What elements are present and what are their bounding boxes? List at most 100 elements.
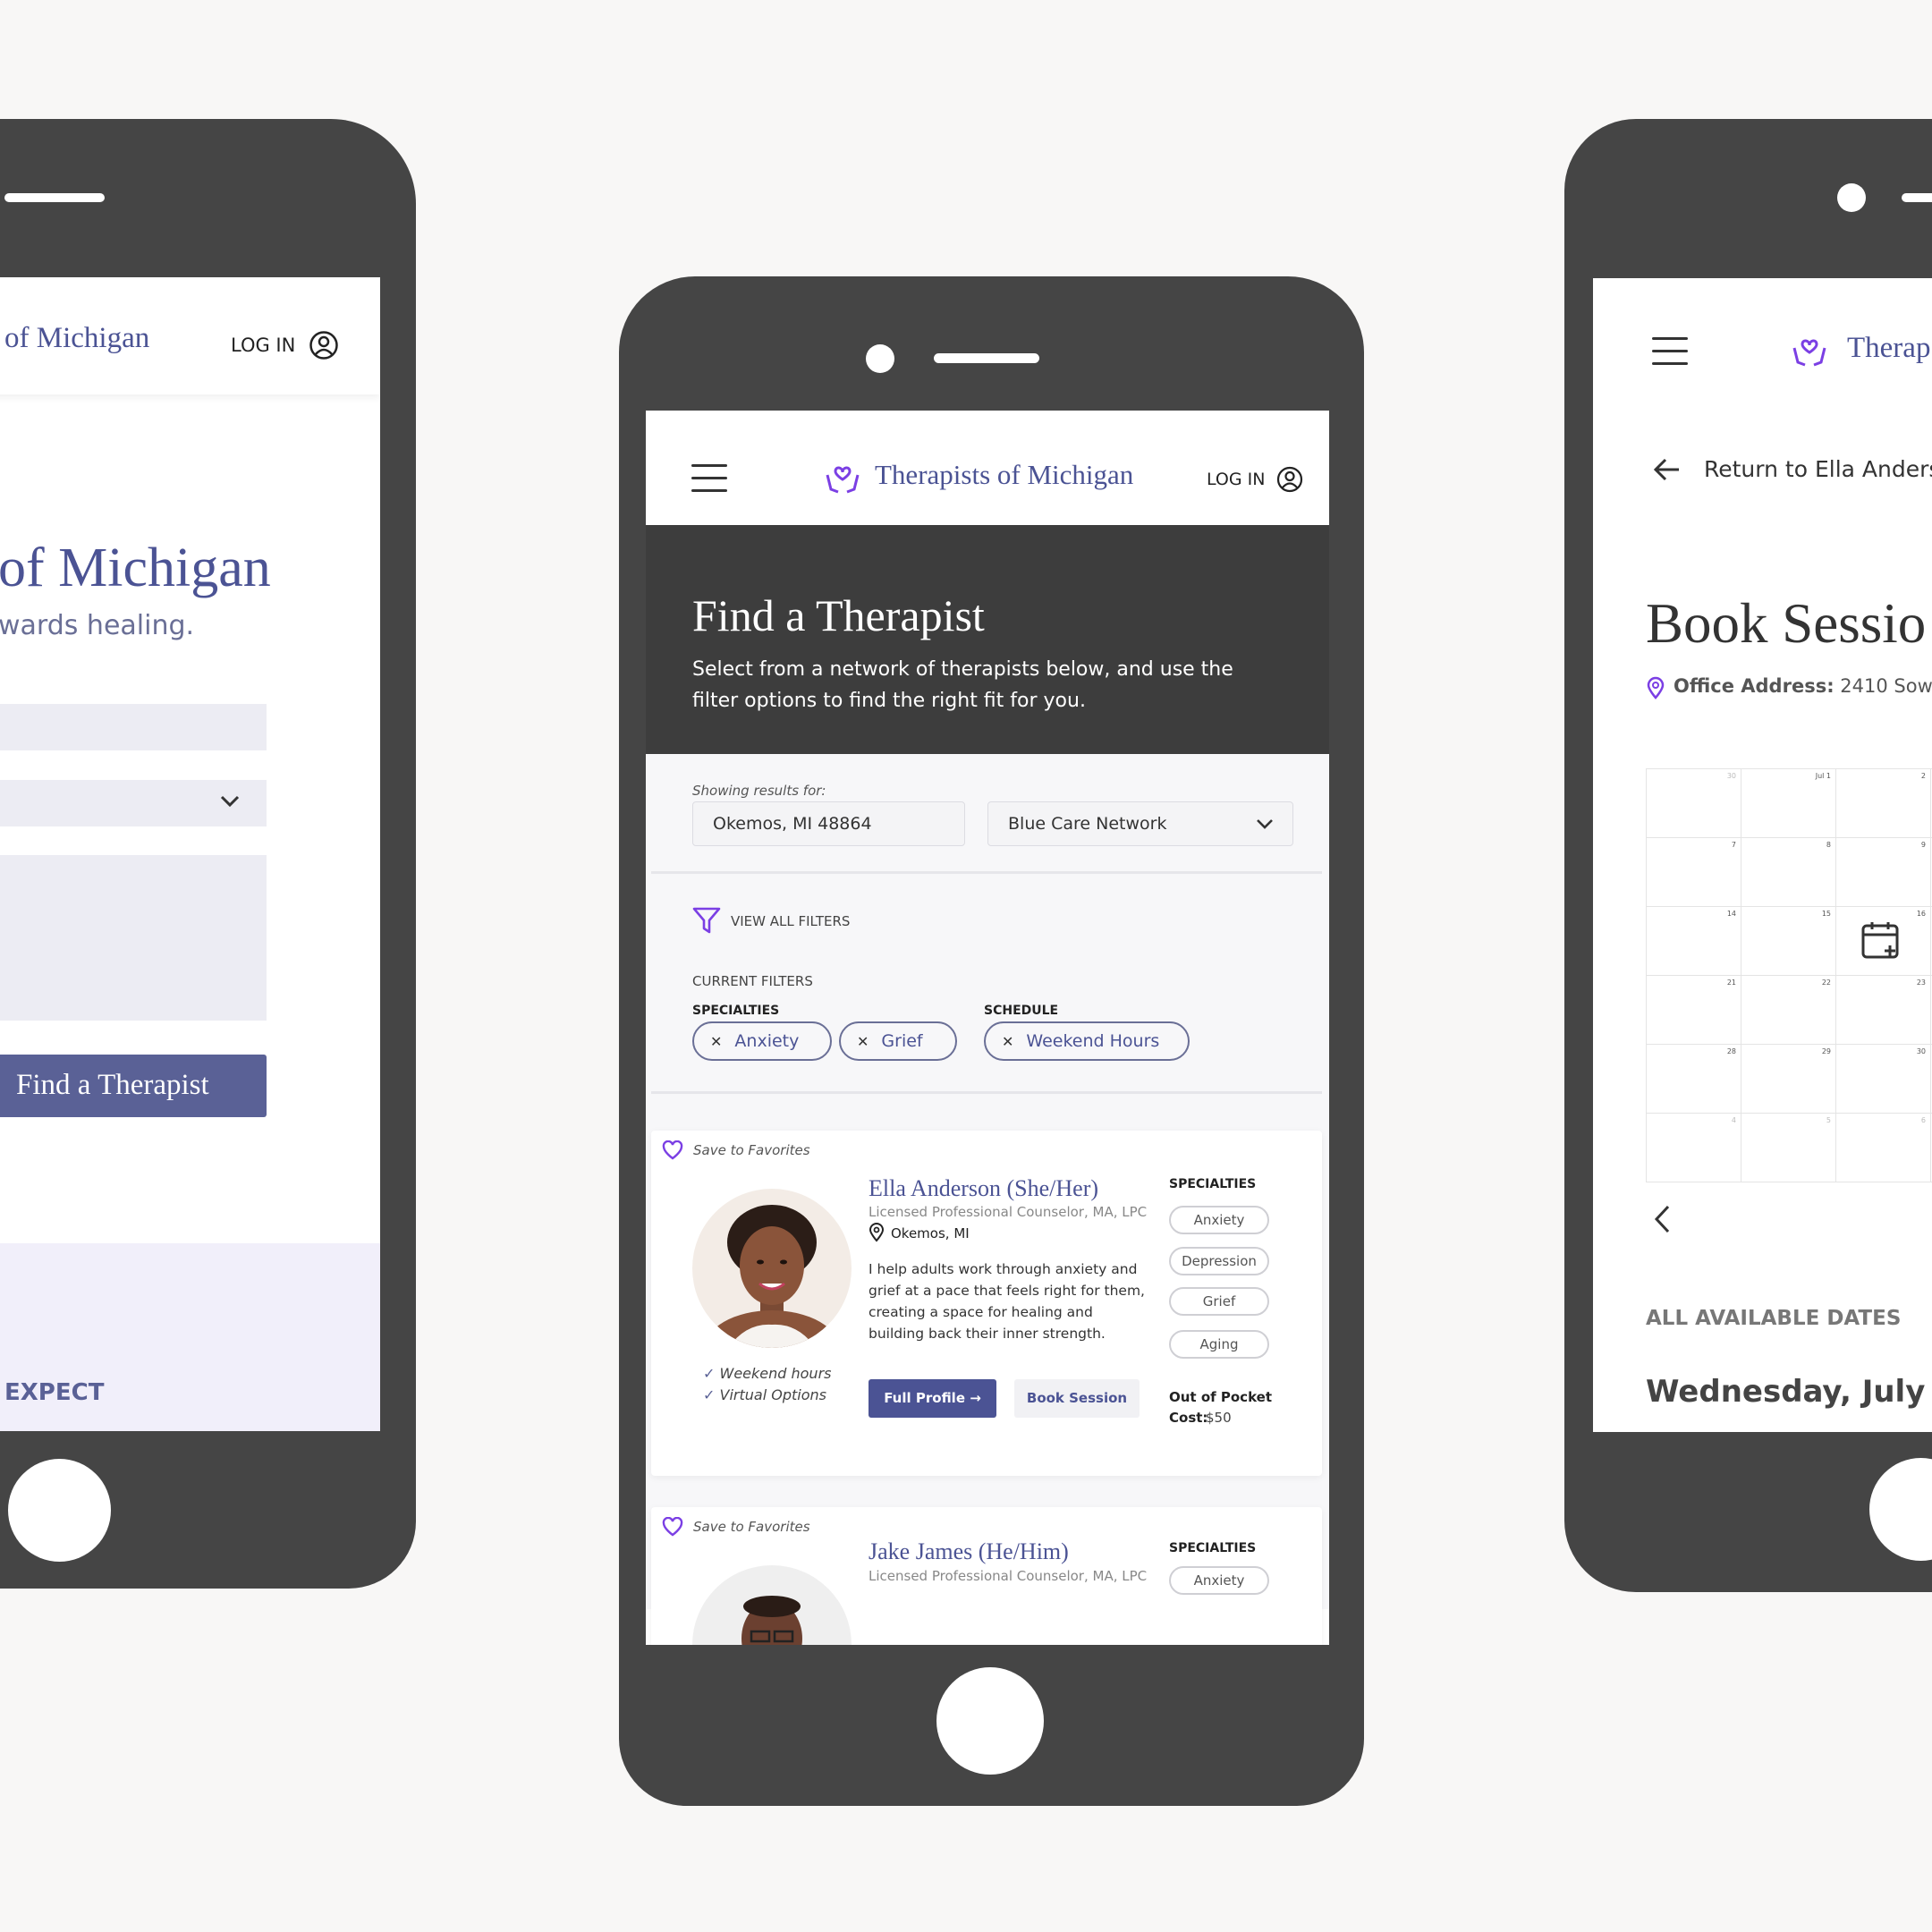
- left-phone-speaker: [4, 193, 105, 202]
- calendar-day-cell[interactable]: 23: [1836, 976, 1931, 1045]
- divider: [651, 1091, 1322, 1094]
- book-session-button[interactable]: Book Session: [1014, 1379, 1140, 1418]
- calendar-day-cell[interactable]: 4: [1647, 1114, 1741, 1182]
- left-brand: of Michigan: [4, 322, 150, 354]
- calendar-add-icon[interactable]: [1860, 920, 1902, 962]
- remove-icon[interactable]: ✕: [710, 1033, 722, 1050]
- therapist-card: Save to Favorites Jake James (He/Him) Li…: [651, 1507, 1322, 1645]
- heart-icon[interactable]: [662, 1517, 683, 1537]
- date-heading: Wednesday, July 1: [1646, 1374, 1932, 1410]
- center-phone: Therapists of Michigan LOG IN Find a The…: [619, 276, 1364, 1806]
- therapist-name[interactable]: Jake James (He/Him): [869, 1538, 1069, 1565]
- calendar-day-cell[interactable]: 8: [1741, 838, 1836, 907]
- card-specialties-label: SPECIALTIES: [1169, 1541, 1257, 1555]
- save-favorites-link[interactable]: Save to Favorites: [693, 1519, 810, 1535]
- right-brand: Therap: [1847, 332, 1931, 364]
- therapist-name[interactable]: Ella Anderson (She/Her): [869, 1175, 1098, 1202]
- calendar-day-cell[interactable]: Jul 1: [1741, 769, 1836, 838]
- feature-label: Virtual Options: [719, 1386, 826, 1403]
- right-logo-icon: [1792, 339, 1826, 367]
- left-textarea[interactable]: [0, 855, 267, 1021]
- chevron-down-icon: [1257, 819, 1273, 829]
- calendar-day-cell[interactable]: 30: [1647, 769, 1741, 838]
- left-find-button[interactable]: Find a Therapist: [0, 1055, 267, 1117]
- pill-label: Anxiety: [734, 1031, 800, 1051]
- right-phone-screen: Therap Return to Ella Anders Book Sessio…: [1593, 278, 1932, 1432]
- right-hamburger-icon[interactable]: [1652, 337, 1688, 365]
- remove-icon[interactable]: ✕: [857, 1033, 869, 1050]
- calendar-day-cell[interactable]: 7: [1647, 838, 1741, 907]
- account-icon[interactable]: [309, 330, 339, 360]
- insurance-select[interactable]: Blue Care Network: [987, 801, 1293, 846]
- right-address: Office Address: 2410 Sower: [1674, 675, 1932, 697]
- divider: [651, 871, 1322, 874]
- calendar-day-cell[interactable]: 28: [1647, 1045, 1741, 1114]
- heart-icon[interactable]: [662, 1140, 683, 1160]
- showing-results-label: Showing results for:: [692, 783, 826, 799]
- calendar-day-cell[interactable]: 22: [1741, 976, 1836, 1045]
- therapist-photo[interactable]: [692, 1565, 852, 1645]
- arrow-left-icon[interactable]: [1652, 454, 1682, 485]
- filter-pill-weekend-hours[interactable]: ✕ Weekend Hours: [984, 1021, 1190, 1061]
- filter-pill-grief[interactable]: ✕ Grief: [839, 1021, 957, 1061]
- search-section: Showing results for: Okemos, MI 48864 Bl…: [646, 754, 1329, 1645]
- left-phone: of Michigan LOG IN of Michigan wards hea…: [0, 119, 416, 1589]
- calendar-day-cell[interactable]: 15: [1741, 907, 1836, 976]
- right-title: Book Sessio: [1646, 592, 1927, 655]
- specialty-tag: Anxiety: [1169, 1566, 1269, 1595]
- calendar-day-cell[interactable]: 29: [1741, 1045, 1836, 1114]
- cost-value: $50: [1206, 1410, 1232, 1426]
- save-favorites-link[interactable]: Save to Favorites: [693, 1142, 810, 1158]
- therapist-card: Save to Favorites Ella Anderson (She/Her…: [651, 1131, 1322, 1476]
- calendar-day-cell[interactable]: 5: [1741, 1114, 1836, 1182]
- calendar-day-cell[interactable]: 6: [1836, 1114, 1931, 1182]
- calendar-day-cell[interactable]: 14: [1647, 907, 1741, 976]
- all-dates-label: ALL AVAILABLE DATES: [1646, 1307, 1902, 1330]
- schedule-filter-label: SCHEDULE: [984, 1004, 1059, 1018]
- left-header: of Michigan LOG IN: [0, 277, 380, 394]
- hero-title: Find a Therapist: [692, 590, 985, 640]
- location-input[interactable]: Okemos, MI 48864: [692, 801, 965, 846]
- calendar-day-cell[interactable]: 21: [1647, 976, 1741, 1045]
- brand-title[interactable]: Therapists of Michigan: [875, 459, 1133, 491]
- specialty-tag: Depression: [1169, 1247, 1269, 1275]
- filter-funnel-icon[interactable]: [692, 906, 721, 935]
- hands-heart-logo-icon: [826, 466, 860, 494]
- center-screen: Therapists of Michigan LOG IN Find a The…: [646, 411, 1329, 1645]
- address-value: 2410 Sower: [1840, 675, 1932, 697]
- left-input-1[interactable]: [0, 704, 267, 750]
- specialty-tag: Aging: [1169, 1330, 1269, 1359]
- chevron-left-icon[interactable]: [1652, 1204, 1674, 1234]
- view-all-filters-link[interactable]: VIEW ALL FILTERS: [731, 913, 850, 929]
- right-home-button[interactable]: [1869, 1458, 1932, 1561]
- calendar-day-cell[interactable]: 2: [1836, 769, 1931, 838]
- left-home-button[interactable]: [8, 1459, 111, 1562]
- home-button[interactable]: [936, 1667, 1044, 1775]
- speaker-slot: [934, 353, 1039, 363]
- specialty-tag: Grief: [1169, 1287, 1269, 1316]
- right-phone-camera: [1837, 183, 1866, 212]
- calendar-day-cell[interactable]: 30: [1836, 1045, 1931, 1114]
- remove-icon[interactable]: ✕: [1002, 1033, 1013, 1050]
- full-profile-button[interactable]: Full Profile →: [869, 1379, 996, 1418]
- site-header: Therapists of Michigan LOG IN: [646, 411, 1329, 525]
- login-link[interactable]: LOG IN: [1207, 470, 1265, 489]
- therapist-photo[interactable]: [692, 1189, 852, 1348]
- hamburger-menu-icon[interactable]: [691, 464, 727, 492]
- right-back-link[interactable]: Return to Ella Anders: [1704, 456, 1932, 482]
- filter-pill-anxiety[interactable]: ✕ Anxiety: [692, 1021, 832, 1061]
- left-login-label[interactable]: LOG IN: [231, 335, 295, 356]
- pill-label: Weekend Hours: [1026, 1031, 1160, 1051]
- feature-label: Weekend hours: [719, 1365, 832, 1382]
- left-hero-subtitle: wards healing.: [0, 610, 195, 641]
- account-circle-icon[interactable]: [1276, 466, 1303, 493]
- hero-description: Select from a network of therapists belo…: [692, 658, 1233, 712]
- right-phone: Therap Return to Ella Anders Book Sessio…: [1564, 119, 1932, 1592]
- specialties-filter-label: SPECIALTIES: [692, 1004, 780, 1018]
- calendar-grid: 30 Jul 1 2 7 8 9 14 15 16 21 22 23 28 29 30 4 5 6: [1646, 768, 1932, 1182]
- chevron-down-icon: [220, 795, 240, 808]
- calendar-day-cell[interactable]: 9: [1836, 838, 1931, 907]
- map-pin-icon: [869, 1223, 885, 1242]
- left-hero-title: of Michigan: [0, 538, 271, 598]
- specialty-tag: Anxiety: [1169, 1206, 1269, 1234]
